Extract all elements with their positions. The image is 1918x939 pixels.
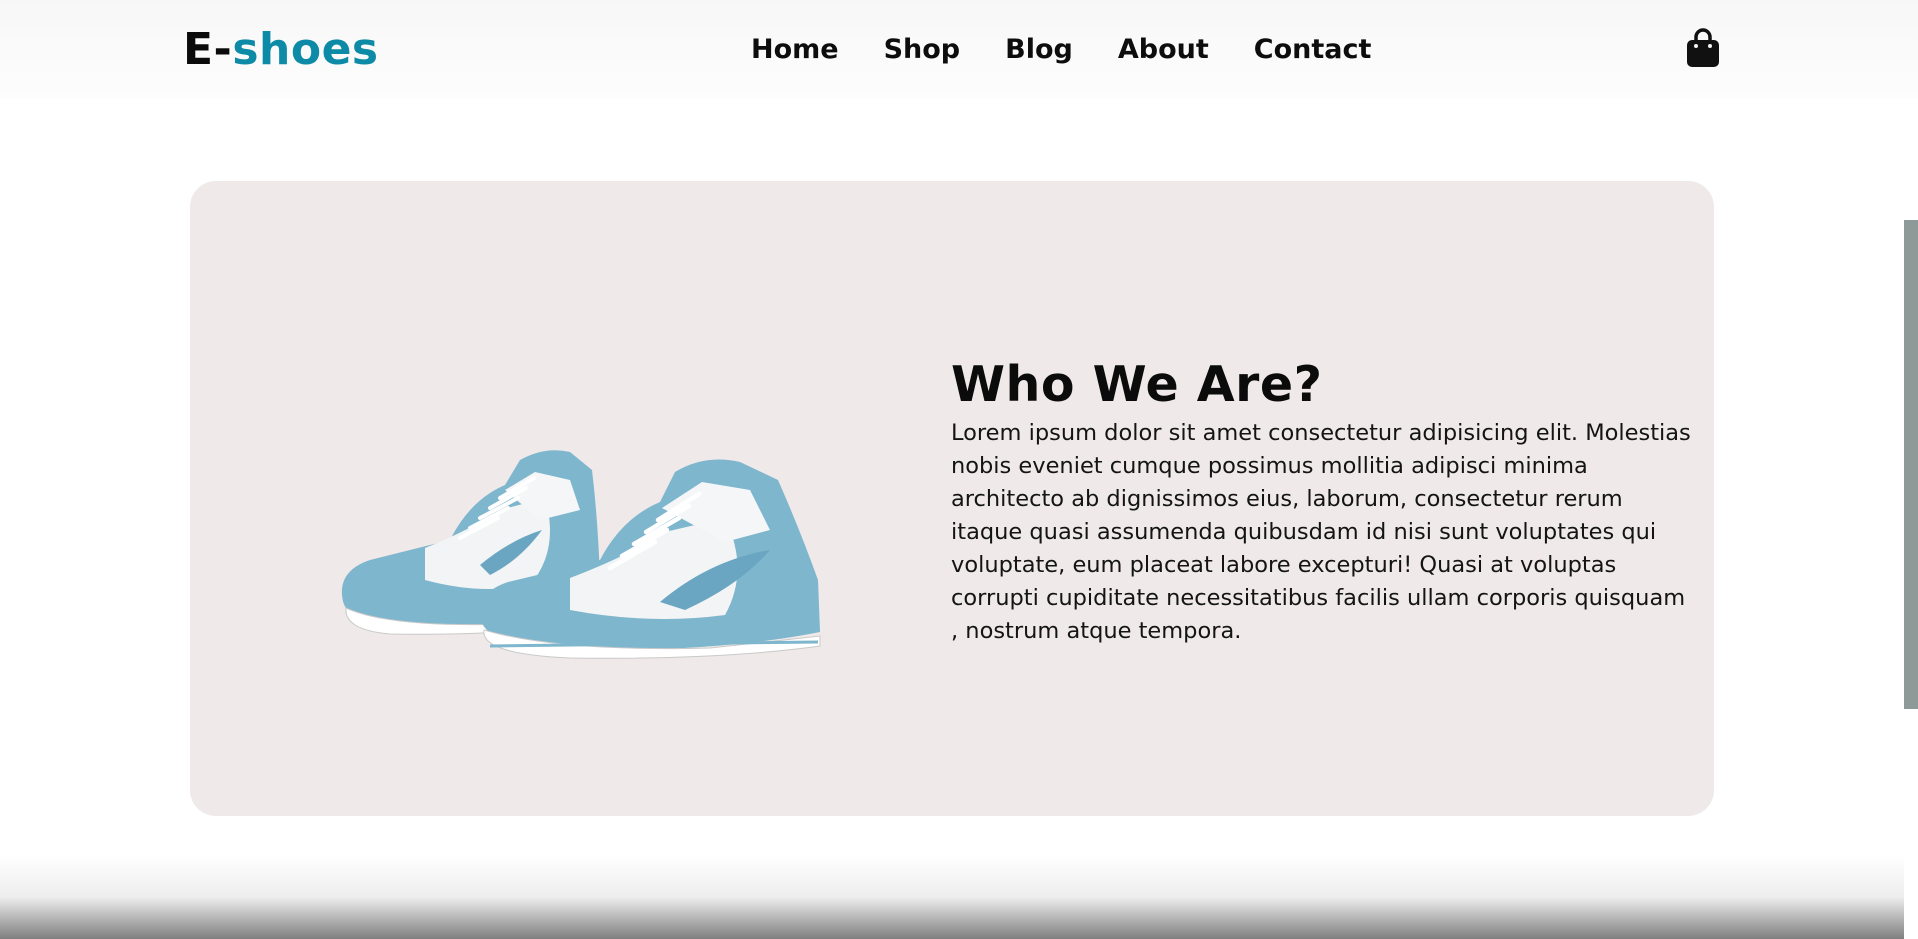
scrollbar-thumb[interactable]: [1904, 220, 1918, 709]
footer-shadow: [0, 855, 1904, 939]
navbar: E-shoes Home Shop Blog About Contact: [0, 0, 1918, 98]
nav-link-home[interactable]: Home: [751, 30, 839, 70]
nav-link-shop[interactable]: Shop: [884, 30, 961, 70]
nav-links: Home Shop Blog About Contact: [751, 30, 1371, 70]
section-title: Who We Are?: [951, 356, 1323, 413]
logo[interactable]: E-shoes: [183, 22, 379, 78]
nav-link-blog[interactable]: Blog: [1005, 30, 1073, 70]
logo-accent: shoes: [232, 24, 379, 75]
sneakers-image: [330, 410, 830, 660]
nav-link-about[interactable]: About: [1118, 30, 1209, 70]
shopping-bag-icon: [1687, 28, 1719, 67]
section-text: Lorem ipsum dolor sit amet consectetur a…: [951, 420, 1691, 644]
cart-button[interactable]: [1686, 28, 1720, 68]
logo-prefix: E-: [183, 24, 233, 75]
nav-link-contact[interactable]: Contact: [1254, 30, 1372, 70]
